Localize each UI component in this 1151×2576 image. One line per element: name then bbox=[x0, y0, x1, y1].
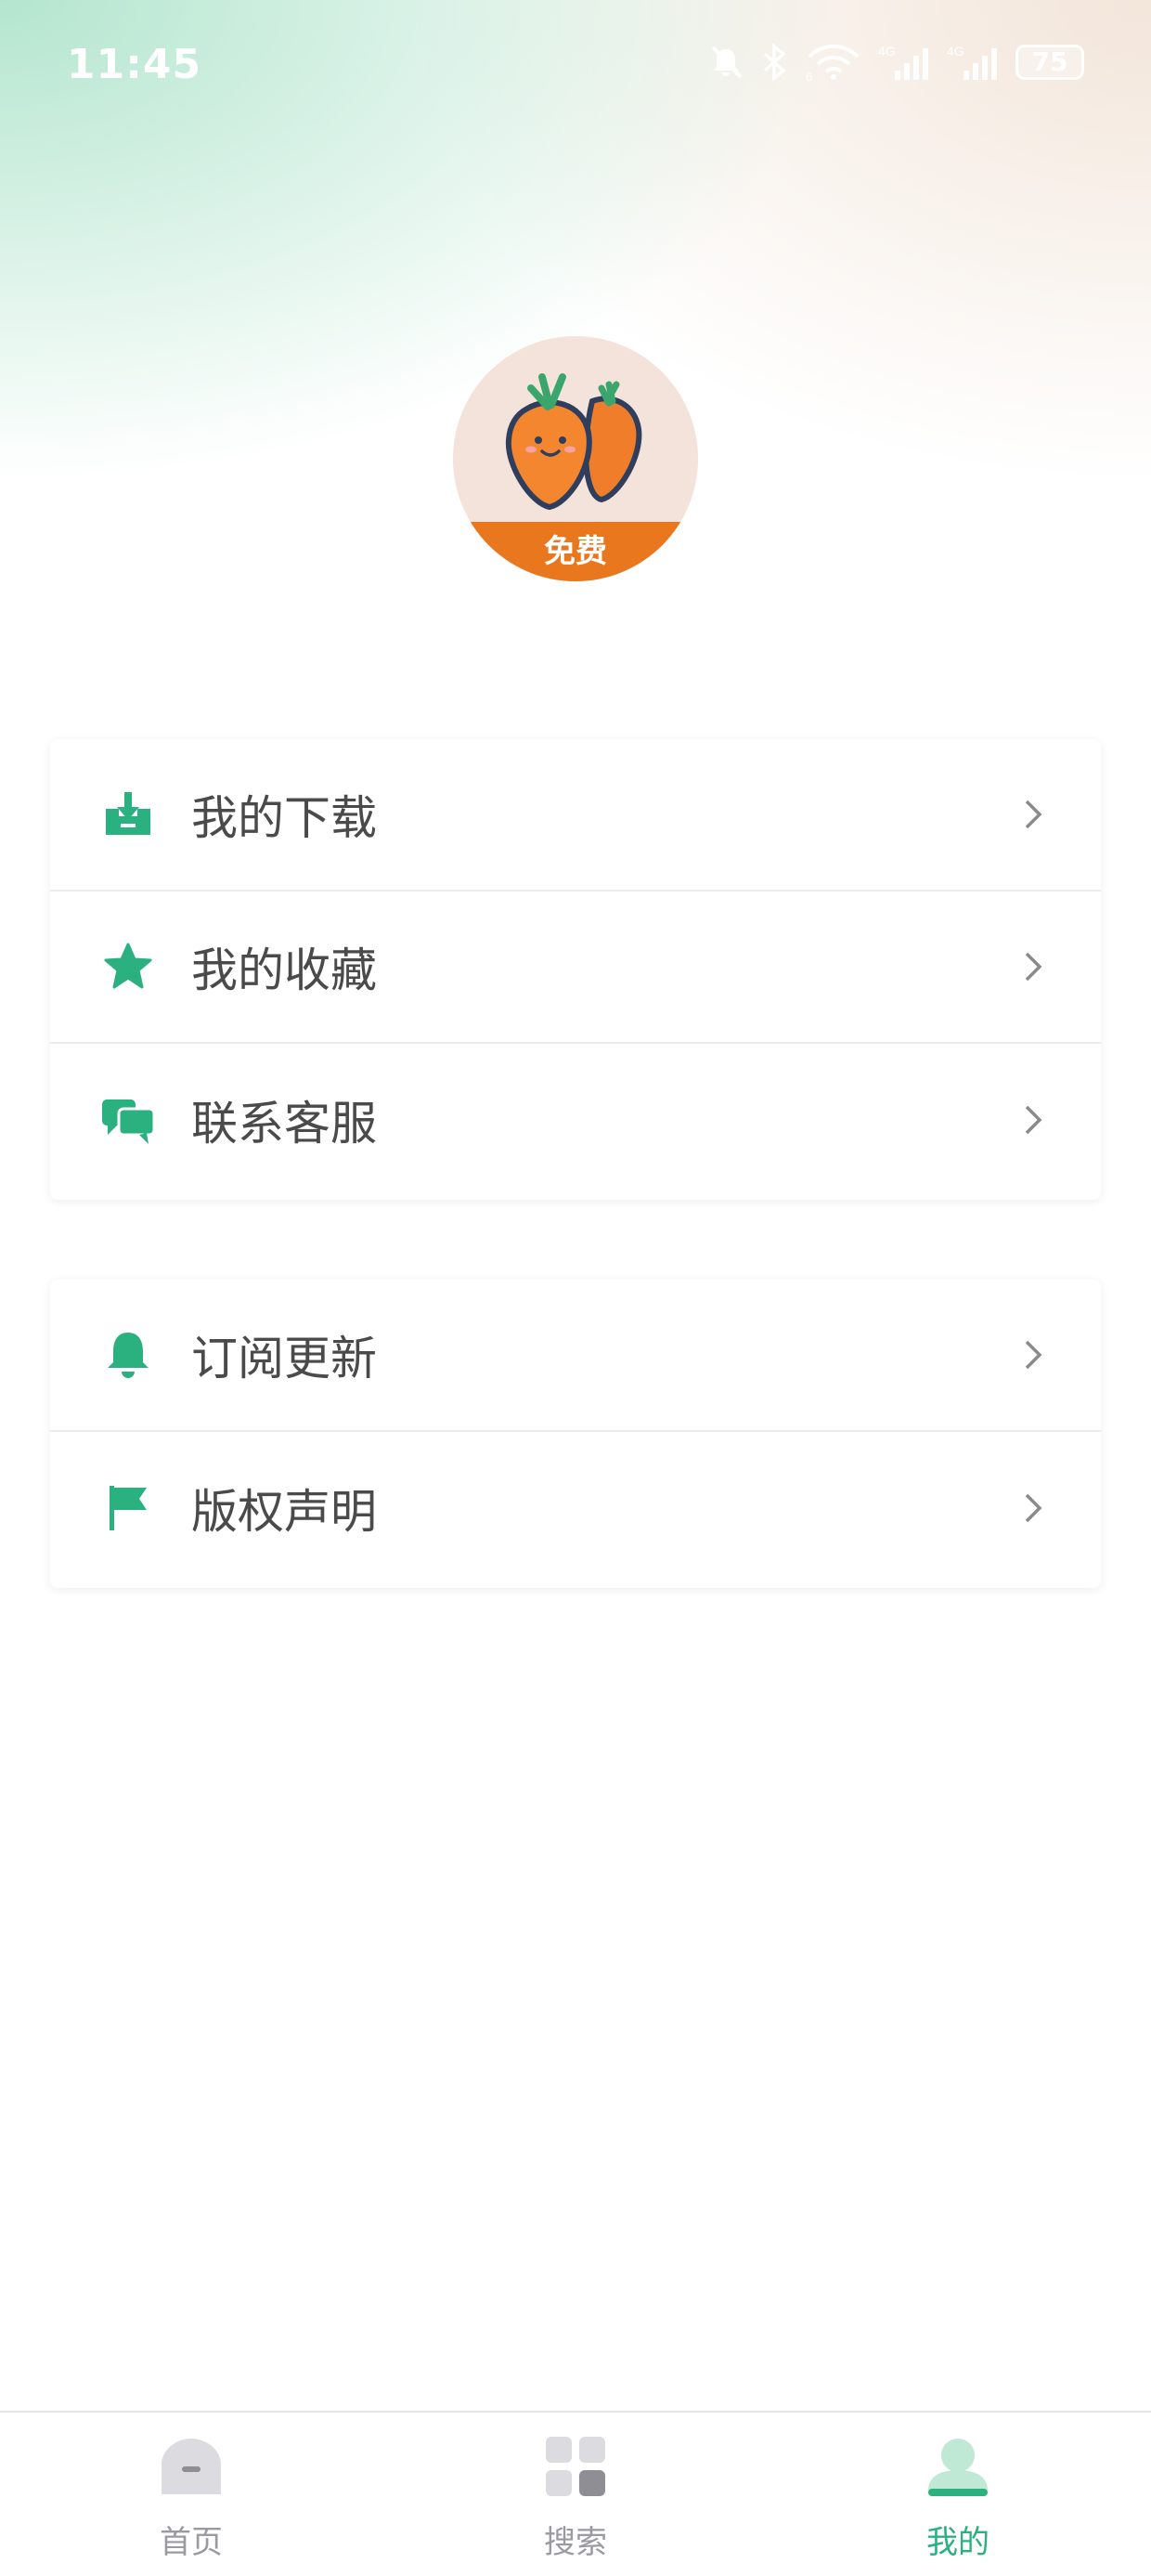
signal-icon: 4G bbox=[878, 43, 930, 82]
chevron-right-icon bbox=[1025, 1105, 1042, 1135]
menu-item-label: 我的收藏 bbox=[191, 943, 377, 997]
chevron-right-icon bbox=[1025, 952, 1042, 982]
tab-label: 我的 bbox=[926, 2524, 989, 2561]
menu-item-copyright[interactable]: 版权声明 bbox=[50, 1432, 1101, 1584]
chat-icon bbox=[100, 1092, 156, 1148]
tab-home[interactable]: 首页 bbox=[98, 2413, 284, 2576]
menu-card-secondary: 订阅更新 版权声明 bbox=[50, 1280, 1101, 1588]
menu-item-downloads[interactable]: 我的下载 bbox=[50, 739, 1101, 891]
signal-icon: 4G bbox=[947, 43, 999, 82]
wifi-icon: 6 bbox=[806, 44, 861, 81]
menu-item-label: 联系客服 bbox=[191, 1097, 377, 1151]
mute-icon bbox=[707, 44, 744, 81]
tab-label: 搜索 bbox=[544, 2524, 607, 2561]
tab-search[interactable]: 搜索 bbox=[483, 2413, 668, 2576]
flag-icon bbox=[100, 1480, 156, 1536]
star-icon bbox=[100, 939, 156, 995]
menu-card-primary: 我的下载 我的收藏 联系客服 bbox=[50, 739, 1101, 1200]
network-label: 4G bbox=[947, 44, 964, 59]
menu-item-subscribe[interactable]: 订阅更新 bbox=[50, 1280, 1101, 1432]
tab-label: 首页 bbox=[160, 2524, 223, 2561]
status-icons: 6 4G 4G 75 bbox=[707, 43, 1084, 82]
chevron-right-icon bbox=[1025, 1493, 1042, 1523]
menu-item-label: 订阅更新 bbox=[191, 1332, 377, 1386]
status-time: 11:45 bbox=[67, 41, 202, 88]
download-icon bbox=[100, 787, 156, 842]
wifi-sub-label: 6 bbox=[806, 70, 812, 81]
bluetooth-icon bbox=[761, 43, 789, 82]
bell-icon bbox=[100, 1327, 156, 1383]
battery-icon: 75 bbox=[1015, 45, 1084, 80]
chevron-right-icon bbox=[1025, 1340, 1042, 1370]
grid-icon bbox=[546, 2437, 605, 2496]
avatar[interactable]: 免费 bbox=[453, 336, 698, 581]
menu-item-favorites[interactable]: 我的收藏 bbox=[50, 891, 1101, 1044]
tab-mine[interactable]: 我的 bbox=[865, 2413, 1051, 2576]
user-icon bbox=[928, 2439, 988, 2496]
home-icon bbox=[162, 2439, 221, 2494]
battery-level: 75 bbox=[1031, 46, 1068, 77]
menu-item-label: 我的下载 bbox=[191, 791, 377, 845]
chevron-right-icon bbox=[1025, 800, 1042, 829]
bottom-tab-bar: 首页 搜索 我的 bbox=[0, 2411, 1151, 2576]
menu-item-customer-service[interactable]: 联系客服 bbox=[50, 1044, 1101, 1196]
menu-item-label: 版权声明 bbox=[191, 1485, 377, 1539]
avatar-badge-label: 免费 bbox=[544, 533, 607, 570]
network-label: 4G bbox=[878, 44, 896, 59]
status-bar: 11:45 6 4G 4G 75 bbox=[0, 0, 1151, 137]
